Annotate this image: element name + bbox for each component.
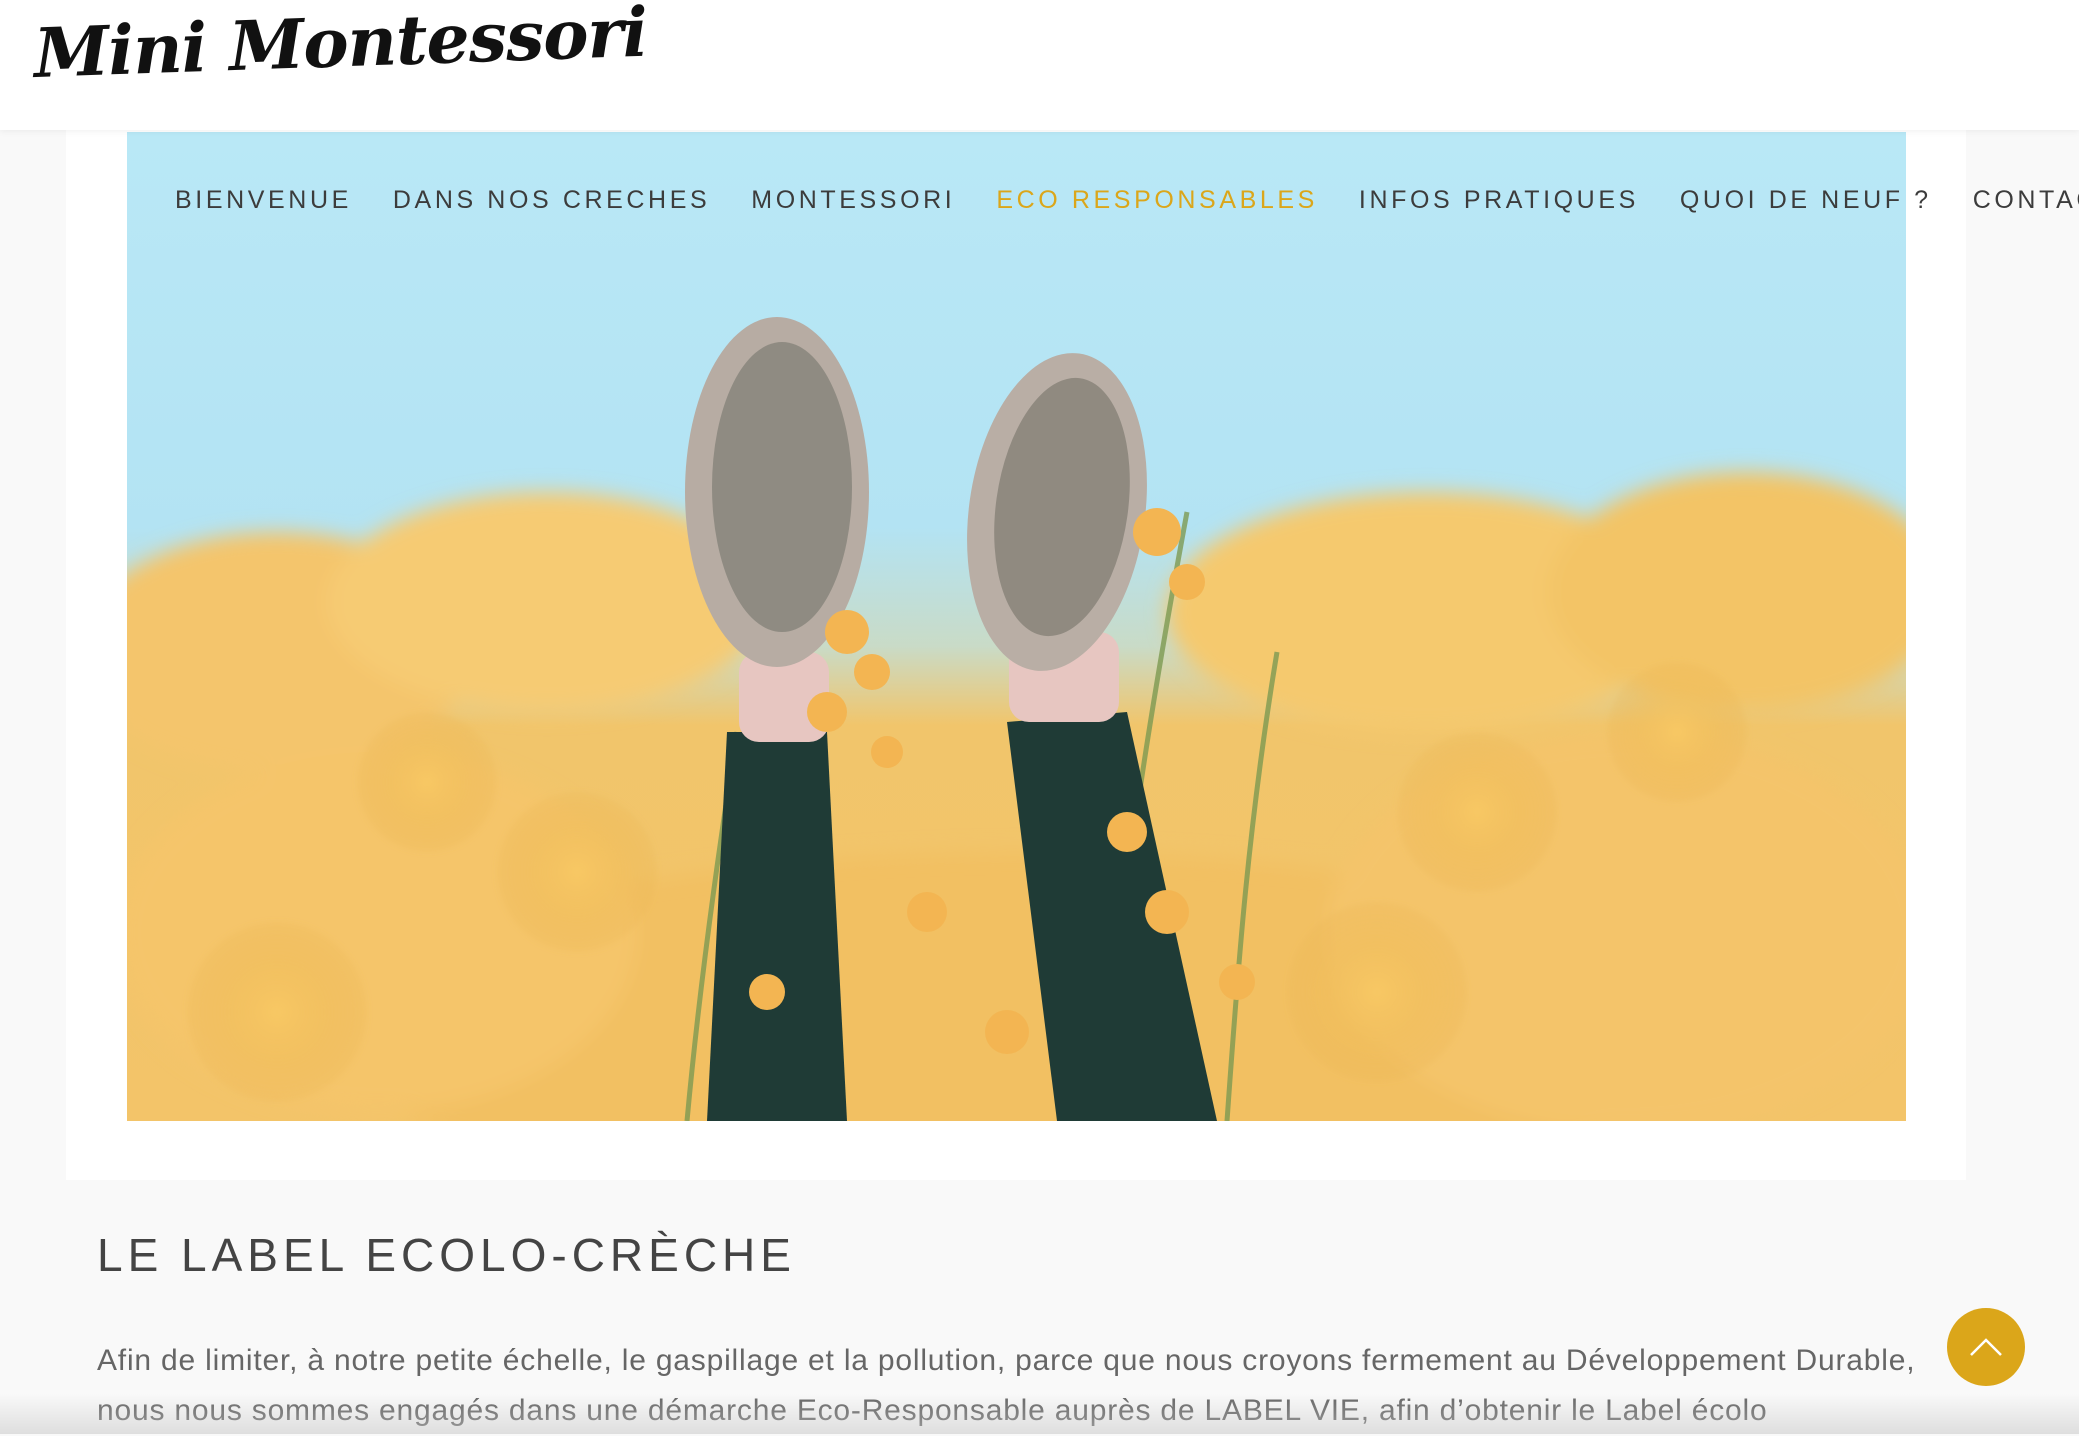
nav-item-montessori[interactable]: MONTESSORI [751, 186, 955, 218]
site-header: Mini Montessori [0, 0, 2079, 130]
nav-item-bienvenue[interactable]: BIENVENUE [175, 186, 352, 218]
nav-item-quoi-de-neuf[interactable]: QUOI DE NEUF ? [1680, 186, 1932, 218]
section-title: LE LABEL ECOLO-CRÈCHE [97, 1229, 796, 1281]
site-logo[interactable]: Mini Montessori [33, 0, 649, 94]
nav-item-dans-nos-creches[interactable]: DANS NOS CRECHES [393, 186, 710, 218]
hero-photo-icon [127, 132, 1906, 1121]
nav-item-eco-responsables[interactable]: ECO RESPONSABLES [996, 186, 1318, 218]
section-paragraph: Afin de limiter, à notre petite échelle,… [97, 1344, 1916, 1427]
scroll-top-button[interactable] [1947, 1308, 2025, 1386]
main-nav: BIENVENUE DANS NOS CRECHES MONTESSORI EC… [175, 186, 2079, 218]
chevron-up-icon [1970, 1338, 2002, 1356]
nav-item-infos-pratiques[interactable]: INFOS PRATIQUES [1359, 186, 1639, 218]
nav-item-contact[interactable]: CONTACT [1973, 186, 2079, 218]
